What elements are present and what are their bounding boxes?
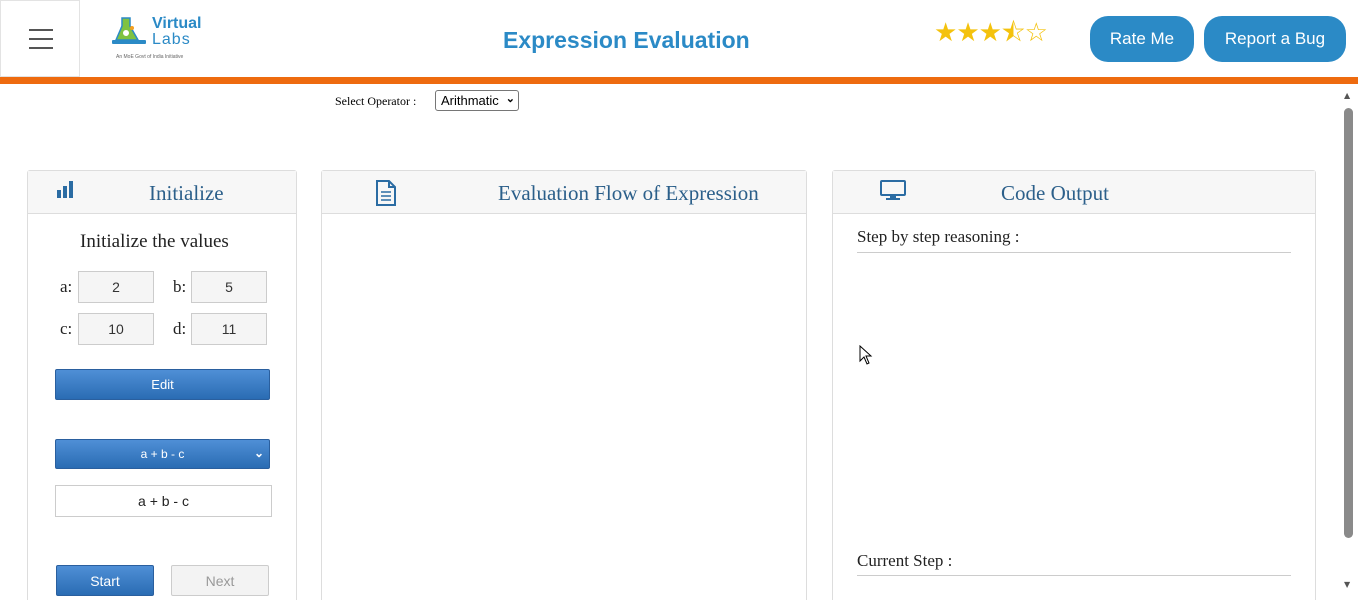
header-divider (0, 77, 1358, 84)
initialize-title: Initialize (149, 181, 224, 205)
var-a-input[interactable]: 2 (78, 271, 154, 303)
current-step-label: Current Step : (857, 551, 953, 570)
bar-chart-icon (57, 181, 73, 198)
var-d-input[interactable]: 11 (191, 313, 267, 345)
var-d-label: d: (173, 319, 187, 338)
mouse-pointer-icon (859, 345, 873, 365)
expression-select[interactable]: a + b - c ⌄ (55, 439, 270, 469)
evaluation-flow-header: Evaluation Flow of Expression (322, 171, 806, 214)
chevron-down-icon: ⌄ (253, 446, 264, 460)
star-full-icon: ★ (978, 18, 1002, 47)
code-output-title: Code Output (1001, 181, 1109, 205)
next-button[interactable]: Next (171, 565, 269, 596)
hamburger-icon (29, 29, 53, 31)
var-a-label: a: (60, 277, 73, 296)
code-output-header: Code Output (833, 171, 1315, 214)
page-title: Expression Evaluation (503, 27, 750, 53)
operator-label: Select Operator : (335, 94, 417, 108)
report-bug-button[interactable]: Report a Bug (1204, 16, 1346, 62)
operator-select[interactable]: Arithmatic ⌄ (435, 90, 519, 111)
edit-button[interactable]: Edit (55, 369, 270, 400)
evaluation-flow-title: Evaluation Flow of Expression (498, 181, 759, 205)
document-icon (376, 180, 396, 206)
hamburger-icon-line (29, 38, 53, 40)
menu-button[interactable] (0, 0, 80, 77)
var-b-input[interactable]: 5 (191, 271, 267, 303)
step-reasoning-label: Step by step reasoning : (857, 227, 1020, 246)
initialize-panel-header: Initialize (28, 171, 296, 214)
virtual-labs-logo[interactable]: Virtual Labs An MoE Govt of India Initia… (110, 12, 210, 64)
star-full-icon: ★ (934, 18, 957, 47)
star-empty-icon: ☆ (1024, 18, 1048, 47)
rate-me-button[interactable]: Rate Me (1090, 16, 1194, 62)
scroll-up-arrow-icon[interactable]: ▲ (1344, 91, 1350, 100)
evaluation-flow-panel: Evaluation Flow of Expression (321, 170, 807, 600)
expression-display: a + b - c (55, 485, 272, 517)
initialize-panel: Initialize Initialize the values a: 2 b:… (27, 170, 297, 600)
current-step-divider (857, 575, 1291, 576)
monitor-icon (880, 180, 906, 200)
scrollbar-thumb[interactable] (1344, 108, 1353, 538)
logo-tagline: An MoE Govt of India Initiative (116, 54, 184, 60)
var-c-label: c: (60, 319, 73, 338)
var-b-label: b: (173, 277, 187, 296)
var-c-input[interactable]: 10 (78, 313, 154, 345)
logo-text-labs: Labs (152, 31, 191, 48)
operator-select-value: Arithmatic (441, 93, 499, 108)
header: Virtual Labs An MoE Govt of India Initia… (0, 0, 1358, 77)
rating-stars[interactable]: ★★★⯪☆ (934, 18, 1048, 48)
reasoning-divider (857, 252, 1291, 253)
hamburger-icon-line (29, 47, 53, 49)
code-output-panel: Code Output Step by step reasoning : Cur… (832, 170, 1316, 600)
star-half-icon: ⯪ (1000, 18, 1026, 47)
initialize-subtitle: Initialize the values (80, 231, 229, 252)
expression-select-value: a + b - c (140, 447, 185, 461)
flask-logo-icon (112, 17, 146, 44)
star-full-icon: ★ (956, 18, 979, 47)
scroll-down-arrow-icon[interactable]: ▼ (1344, 580, 1350, 589)
chevron-down-icon: ⌄ (505, 93, 515, 105)
start-button[interactable]: Start (56, 565, 154, 596)
logo-text-virtual: Virtual (152, 15, 202, 32)
